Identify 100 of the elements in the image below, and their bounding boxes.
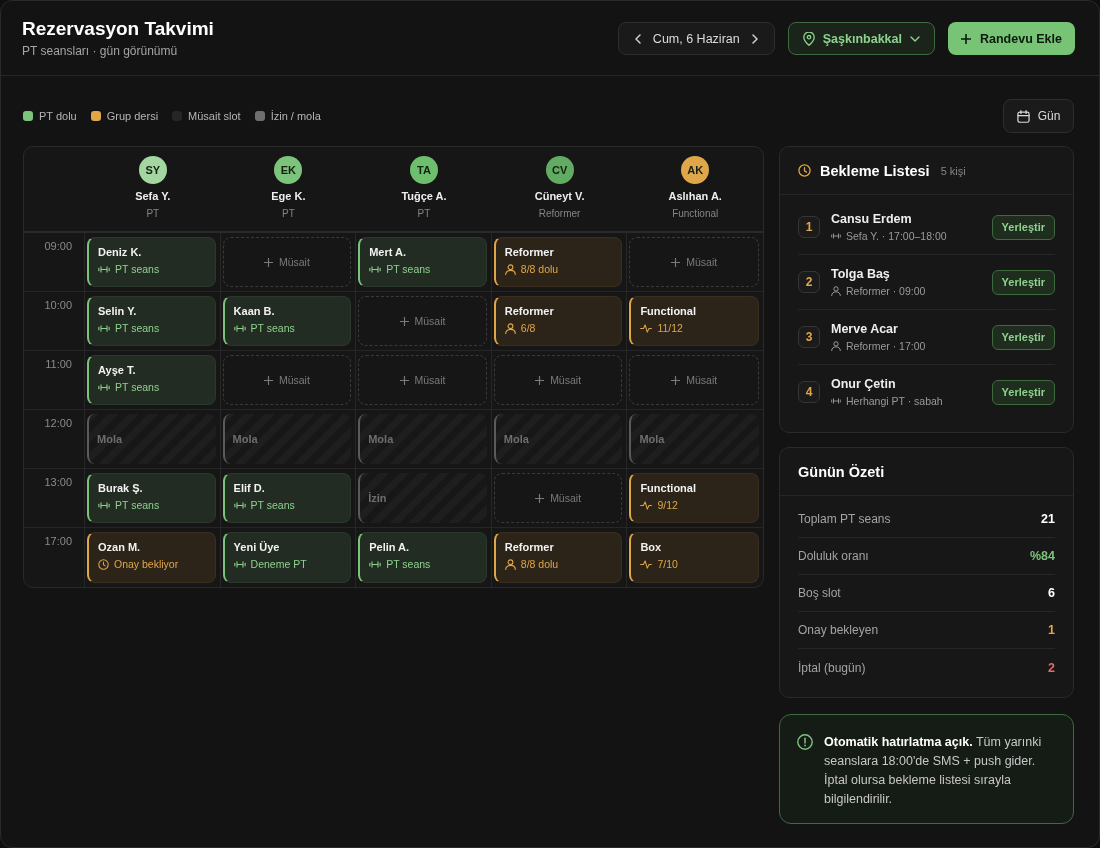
- location-dropdown[interactable]: Şaşkınbakkal: [787, 22, 935, 55]
- queue-number: 4: [798, 381, 820, 403]
- session-detail: PT seans: [115, 263, 160, 275]
- break-slot: İzin: [358, 473, 487, 523]
- class-card[interactable]: Box 7/10: [629, 532, 759, 583]
- dumbbell-icon: [831, 233, 841, 239]
- dumbbell-icon: [98, 501, 110, 509]
- dumbbell-icon: [98, 324, 110, 332]
- date-label: Cum, 6 Haziran: [652, 31, 740, 46]
- chevron-right-icon[interactable]: [751, 33, 758, 44]
- view-toggle-button[interactable]: Gün: [1003, 99, 1074, 133]
- time-label: 09:00: [44, 240, 72, 252]
- session-card[interactable]: Ayşe T. PT seans: [87, 355, 216, 405]
- class-card[interactable]: Functional 9/12: [629, 473, 759, 523]
- dumbbell-icon: [233, 501, 246, 509]
- session-title: Box: [640, 541, 662, 553]
- session-title: Yeni Üye: [233, 541, 280, 553]
- add-appointment-button[interactable]: Randevu Ekle: [948, 22, 1075, 55]
- free-slot-button[interactable]: Müsait: [358, 296, 487, 346]
- legend-label: Müsait slot: [188, 110, 241, 122]
- trainer-avatar: AK: [681, 156, 710, 184]
- session-detail: PT seans: [250, 499, 295, 511]
- break-slot: Mola: [629, 414, 759, 464]
- plus-icon: [961, 33, 971, 44]
- session-title: Reformer: [504, 305, 554, 317]
- session-title: Deniz K.: [98, 246, 142, 258]
- waitlist-count: 5 kişi: [940, 164, 966, 177]
- free-slot-button[interactable]: Müsait: [358, 355, 487, 405]
- dumbbell-icon: [233, 560, 246, 568]
- trainer-avatar: EK: [274, 156, 303, 184]
- chevron-left-icon[interactable]: [634, 33, 641, 44]
- plus-icon: [535, 493, 545, 503]
- session-card[interactable]: Mert A. PT seans: [358, 237, 487, 287]
- session-card[interactable]: Deniz K. PT seans: [87, 237, 216, 287]
- trainer-avatar: CV: [545, 156, 574, 184]
- stat-value: 2: [1048, 660, 1055, 675]
- person-icon: [504, 263, 516, 275]
- free-slot-button[interactable]: Müsait: [629, 355, 759, 405]
- class-card[interactable]: Reformer 8/8 dolu: [493, 532, 623, 583]
- session-detail: PT seans: [115, 381, 160, 393]
- free-slot-button[interactable]: Müsait: [629, 237, 759, 287]
- dumbbell-icon: [98, 383, 110, 391]
- plus-icon: [671, 375, 681, 385]
- member-name: Cansu Erdem: [831, 212, 913, 226]
- stat-label: İptal (bugün): [798, 660, 866, 675]
- chevron-down-icon: [910, 35, 920, 42]
- map-pin-icon: [802, 31, 815, 46]
- assign-button[interactable]: Yerleştir: [991, 269, 1055, 295]
- plus-icon: [399, 375, 409, 385]
- session-card[interactable]: Elif D. PT seans: [222, 473, 352, 523]
- session-card[interactable]: Selin Y. PT seans: [87, 296, 216, 346]
- dumbbell-icon: [831, 398, 841, 404]
- waitlist-title: Bekleme Listesi: [820, 162, 930, 179]
- request-detail: Reformer · 17:00: [846, 340, 926, 352]
- request-detail: Sefa Y. · 17:00–18:00: [846, 230, 947, 242]
- pulse-icon: [640, 323, 653, 333]
- plus-icon: [399, 316, 409, 326]
- assign-button[interactable]: Yerleştir: [991, 214, 1055, 240]
- stat-value: 1: [1048, 623, 1055, 637]
- session-card[interactable]: Ozan M. Onay bekliyor: [87, 532, 216, 583]
- plus-icon: [263, 375, 273, 385]
- stat-label: Boş slot: [798, 586, 841, 600]
- legend-label: İzin / mola: [270, 110, 321, 122]
- assign-button[interactable]: Yerleştir: [991, 324, 1055, 350]
- dumbbell-icon: [369, 560, 382, 568]
- session-card[interactable]: Burak Ş. PT seans: [87, 473, 216, 523]
- class-card[interactable]: Reformer 6/8: [493, 296, 623, 346]
- session-detail: 7/10: [657, 558, 678, 570]
- page-subtitle: PT seansları · gün görünümü: [22, 44, 179, 58]
- class-card[interactable]: Functional 11/12: [629, 296, 759, 346]
- member-name: Tolga Baş: [831, 267, 891, 281]
- session-card[interactable]: Pelin A. PT seans: [358, 532, 487, 583]
- reminder-text: Otomatik hatırlatma açık. Tüm yarınki seanslara 18:00'de SMS + push gider. İptal olursa bekleme listesi sırayla bilgilendirilir.: [824, 734, 1043, 808]
- time-label: 12:00: [44, 417, 72, 429]
- member-name: Merve Acar: [831, 322, 899, 336]
- session-title: Selin Y.: [98, 305, 137, 317]
- legend-label: PT dolu: [39, 110, 77, 122]
- session-card[interactable]: Yeni Üye Deneme PT: [222, 532, 352, 583]
- time-label: 11:00: [45, 358, 72, 370]
- dumbbell-icon: [233, 324, 246, 332]
- session-card[interactable]: Kaan B. PT seans: [222, 296, 352, 346]
- person-icon: [831, 286, 841, 296]
- session-title: Pelin A.: [369, 541, 410, 553]
- session-title: Reformer: [504, 541, 554, 553]
- assign-button[interactable]: Yerleştir: [991, 379, 1055, 405]
- session-detail: 6/8: [520, 322, 536, 334]
- clock-icon: [98, 558, 109, 570]
- pulse-icon: [640, 559, 653, 569]
- session-detail: 8/8 dolu: [520, 263, 559, 275]
- free-slot-button[interactable]: Müsait: [493, 355, 623, 405]
- session-detail: Deneme PT: [250, 558, 307, 570]
- class-card[interactable]: Reformer 8/8 dolu: [493, 237, 623, 287]
- trainer-role: PT: [282, 208, 295, 219]
- free-slot-button[interactable]: Müsait: [222, 237, 352, 287]
- break-slot: Mola: [87, 414, 216, 464]
- stat-value: %84: [1029, 549, 1055, 563]
- session-detail: PT seans: [115, 499, 160, 511]
- break-slot: Mola: [222, 414, 352, 464]
- free-slot-button[interactable]: Müsait: [222, 355, 352, 405]
- free-slot-button[interactable]: Müsait: [493, 473, 623, 523]
